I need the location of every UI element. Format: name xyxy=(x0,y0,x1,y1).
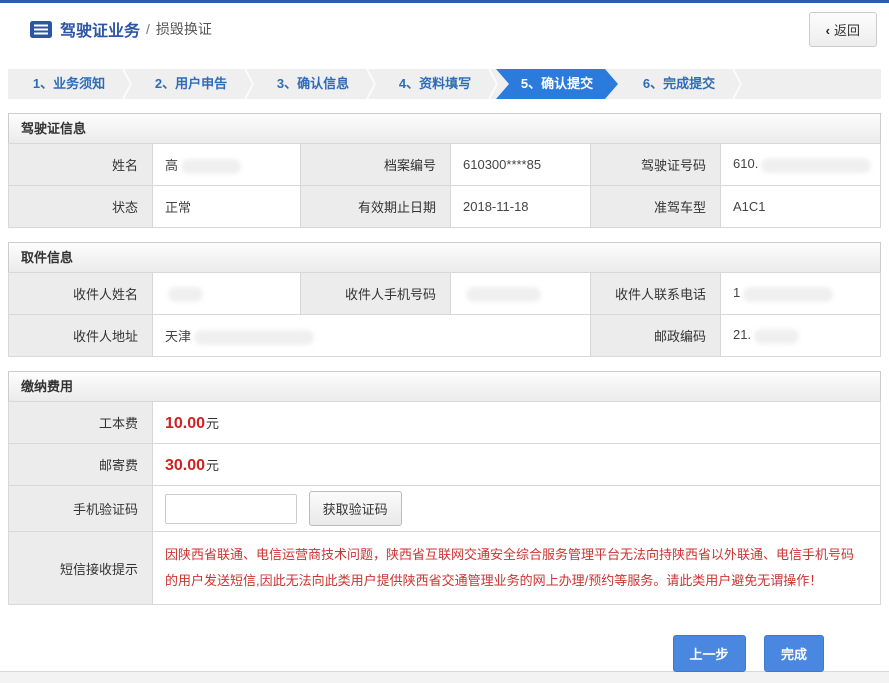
back-button[interactable]: ‹ 返回 xyxy=(809,12,877,47)
sms-code-label: 手机验证码 xyxy=(9,486,153,532)
step-1-business-notice[interactable]: 1、业务须知 xyxy=(8,69,130,99)
license-number-value: 610. xyxy=(721,144,881,186)
step-3-confirm-info[interactable]: 3、确认信息 xyxy=(252,69,374,99)
table-row: 手机验证码 获取验证码 xyxy=(9,486,881,532)
previous-step-button[interactable]: 上一步 xyxy=(673,635,746,672)
recipient-phone-value: 1 xyxy=(721,273,881,315)
redaction-blur xyxy=(743,287,833,302)
step-label: 5、确认提交 xyxy=(521,76,593,91)
redaction-blur xyxy=(754,329,799,344)
expiry-date-value: 2018-11-18 xyxy=(451,186,591,228)
postage-fee-amount: 30.00 xyxy=(165,457,205,474)
redaction-blur xyxy=(761,158,871,173)
archive-number-value: 610300****85 xyxy=(451,144,591,186)
step-label: 4、资料填写 xyxy=(399,76,471,91)
recipient-name-value xyxy=(153,273,301,315)
step-separator xyxy=(488,69,498,85)
cost-fee-value: 10.00元 xyxy=(153,402,881,444)
table-row: 邮寄费 30.00元 xyxy=(9,444,881,486)
cost-fee-label: 工本费 xyxy=(9,402,153,444)
postage-fee-unit: 元 xyxy=(206,458,219,473)
page-container: 驾驶证业务 / 损毁换证 ‹ 返回 1、业务须知 2、用户申告 3、确认信息 4、… xyxy=(0,0,889,672)
step-label: 1、业务须知 xyxy=(33,76,105,91)
step-separator xyxy=(488,84,498,100)
license-info-table: 姓名 高 档案编号 610300****85 驾驶证号码 610. 状态 正常 … xyxy=(8,143,881,228)
list-icon xyxy=(30,21,52,38)
breadcrumb-divider: / xyxy=(146,21,150,37)
postage-fee-label: 邮寄费 xyxy=(9,444,153,486)
table-row: 收件人姓名 收件人手机号码 收件人联系电话 1 xyxy=(9,273,881,315)
step-separator xyxy=(732,84,742,100)
recipient-phone-label: 收件人联系电话 xyxy=(591,273,721,315)
archive-number-label: 档案编号 xyxy=(301,144,451,186)
fee-table: 工本费 10.00元 邮寄费 30.00元 手机验证码 获取验证码 短信接收提示… xyxy=(8,401,881,605)
recipient-mobile-label: 收件人手机号码 xyxy=(301,273,451,315)
step-label: 2、用户申告 xyxy=(155,76,227,91)
postage-fee-value: 30.00元 xyxy=(153,444,881,486)
step-2-user-declaration[interactable]: 2、用户申告 xyxy=(130,69,252,99)
step-6-complete-submit[interactable]: 6、完成提交 xyxy=(618,69,740,99)
redaction-blur xyxy=(194,330,314,345)
table-row: 收件人地址 天津 邮政编码 21. xyxy=(9,315,881,357)
expiry-date-label: 有效期止日期 xyxy=(301,186,451,228)
step-progress-bar: 1、业务须知 2、用户申告 3、确认信息 4、资料填写 5、确认提交 6、完成提… xyxy=(8,69,881,99)
redaction-blur xyxy=(181,159,241,174)
step-5-confirm-submit-active[interactable]: 5、确认提交 xyxy=(496,69,618,99)
recipient-mobile-value xyxy=(451,273,591,315)
page-header: 驾驶证业务 / 损毁换证 ‹ 返回 xyxy=(0,3,889,55)
sms-tip-text: 因陕西省联通、电信运营商技术问题，陕西省互联网交通安全综合服务管理平台无法向持陕… xyxy=(165,547,854,588)
redaction-blur xyxy=(168,287,203,302)
status-label: 状态 xyxy=(9,186,153,228)
status-value: 正常 xyxy=(153,186,301,228)
cost-fee-unit: 元 xyxy=(206,416,219,431)
cost-fee-amount: 10.00 xyxy=(165,415,205,432)
name-label: 姓名 xyxy=(9,144,153,186)
license-number-label: 驾驶证号码 xyxy=(591,144,721,186)
step-4-fill-data[interactable]: 4、资料填写 xyxy=(374,69,496,99)
sms-tip-label: 短信接收提示 xyxy=(9,532,153,605)
recipient-address-value: 天津 xyxy=(153,315,591,357)
footer-actions: 上一步 完成 xyxy=(8,635,824,672)
table-row: 工本费 10.00元 xyxy=(9,402,881,444)
sms-code-input[interactable] xyxy=(165,494,297,524)
vehicle-class-label: 准驾车型 xyxy=(591,186,721,228)
sms-code-cell: 获取验证码 xyxy=(153,486,881,532)
recipient-name-label: 收件人姓名 xyxy=(9,273,153,315)
pickup-section-title: 取件信息 xyxy=(8,242,881,272)
license-info-section: 驾驶证信息 姓名 高 档案编号 610300****85 驾驶证号码 610. … xyxy=(8,113,881,228)
step-label: 6、完成提交 xyxy=(643,76,715,91)
fee-section: 缴纳费用 工本费 10.00元 邮寄费 30.00元 手机验证码 获取验证码 短… xyxy=(8,371,881,605)
table-row: 状态 正常 有效期止日期 2018-11-18 准驾车型 A1C1 xyxy=(9,186,881,228)
step-separator xyxy=(732,69,742,85)
name-value: 高 xyxy=(153,144,301,186)
redaction-blur xyxy=(466,287,541,302)
recipient-address-label: 收件人地址 xyxy=(9,315,153,357)
table-row: 姓名 高 档案编号 610300****85 驾驶证号码 610. xyxy=(9,144,881,186)
chevron-left-icon: ‹ xyxy=(826,23,830,38)
fee-section-title: 缴纳费用 xyxy=(8,371,881,401)
zip-code-label: 邮政编码 xyxy=(591,315,721,357)
finish-button[interactable]: 完成 xyxy=(764,635,824,672)
page-title: 驾驶证业务 xyxy=(60,17,140,41)
license-section-title: 驾驶证信息 xyxy=(8,113,881,143)
breadcrumb-current: 损毁换证 xyxy=(156,19,212,39)
pickup-info-section: 取件信息 收件人姓名 收件人手机号码 收件人联系电话 1 收件人地址 天津 邮政… xyxy=(8,242,881,357)
step-label: 3、确认信息 xyxy=(277,76,349,91)
table-row: 短信接收提示 因陕西省联通、电信运营商技术问题，陕西省互联网交通安全综合服务管理… xyxy=(9,532,881,605)
get-sms-code-button[interactable]: 获取验证码 xyxy=(309,491,402,526)
zip-code-value: 21. xyxy=(721,315,881,357)
sms-tip-cell: 因陕西省联通、电信运营商技术问题，陕西省互联网交通安全综合服务管理平台无法向持陕… xyxy=(153,532,881,605)
pickup-info-table: 收件人姓名 收件人手机号码 收件人联系电话 1 收件人地址 天津 邮政编码 21… xyxy=(8,272,881,357)
vehicle-class-value: A1C1 xyxy=(721,186,881,228)
back-button-label: 返回 xyxy=(834,23,860,38)
